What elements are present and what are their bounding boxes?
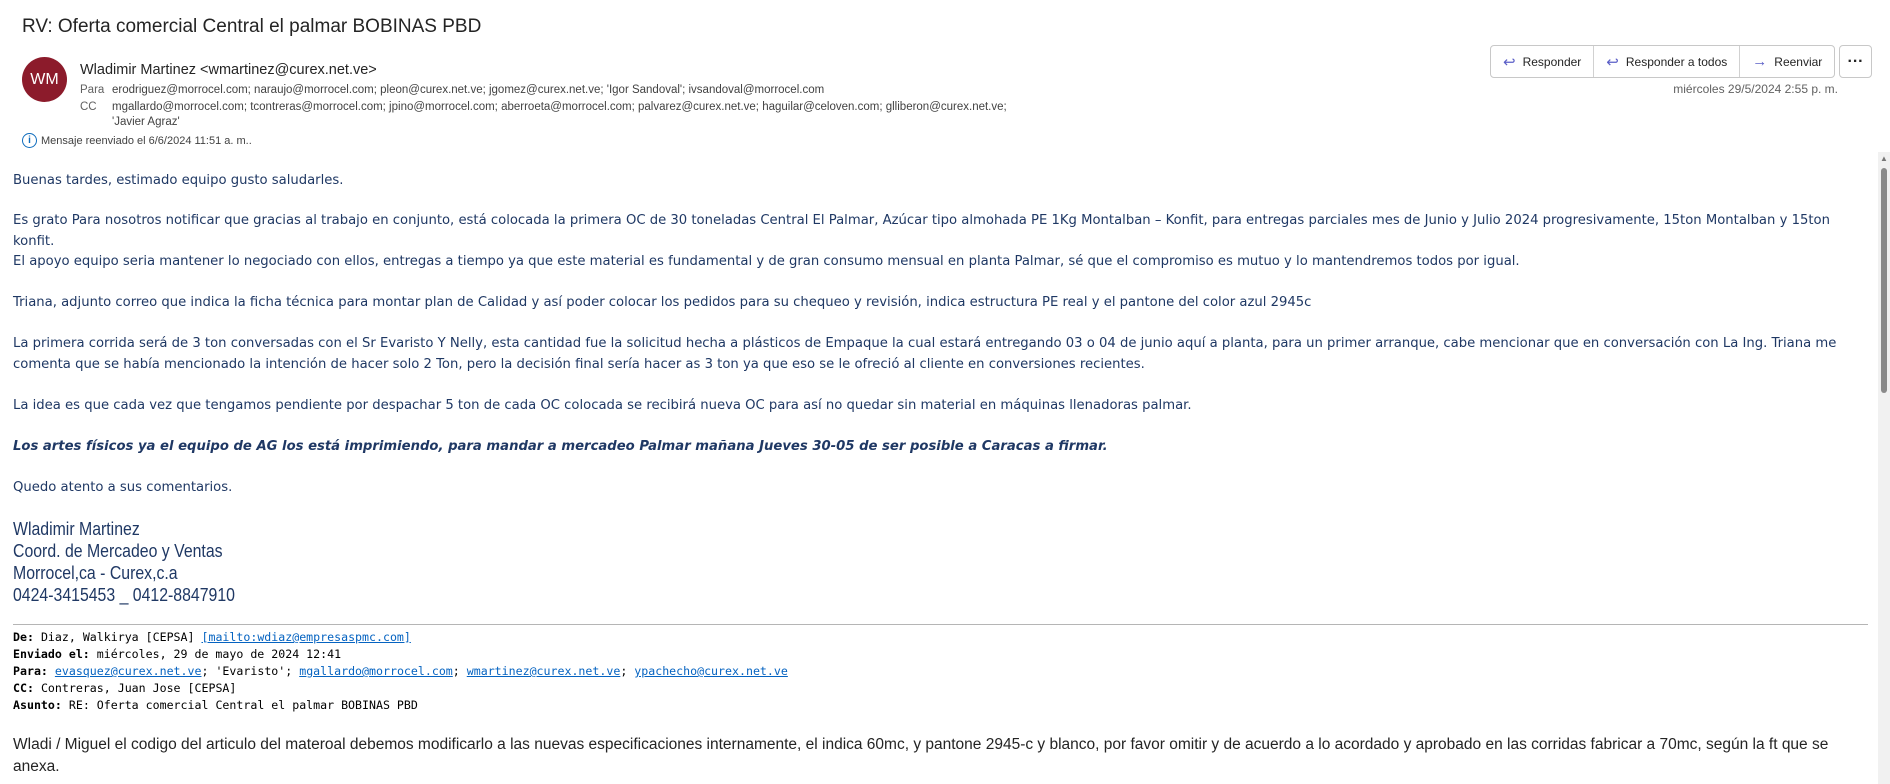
- quoted-cc: CC: Contreras, Juan Jose [CEPSA]: [13, 681, 236, 695]
- quoted-to-label: Para:: [13, 664, 48, 678]
- email-subject: RV: Oferta comercial Central el palmar B…: [22, 16, 482, 37]
- reply-label: Responder: [1522, 54, 1582, 69]
- body-paragraph-6: La idea es que cada vez que tengamos pen…: [13, 398, 1192, 413]
- to-recipients[interactable]: erodriguez@morrocel.com; naraujo@morroce…: [112, 84, 824, 96]
- cc-recipients-row: CC mgallardo@morrocel.com; tcontreras@mor…: [80, 101, 1007, 113]
- cc-recipients[interactable]: mgallardo@morrocel.com; tcontreras@morro…: [112, 101, 1007, 113]
- reply-icon: ↩: [1503, 53, 1516, 71]
- sender-name[interactable]: Wladimir Martinez <wmartinez@curex.net.v…: [80, 62, 377, 78]
- quoted-sent-value: miércoles, 29 de mayo de 2024 12:41: [96, 647, 342, 661]
- quoted-cc-label: CC:: [13, 681, 34, 695]
- body-paragraph-1: Buenas tardes, estimado equipo gusto sal…: [13, 173, 344, 188]
- quoted-from-value: Diaz, Walkirya [CEPSA]: [40, 630, 195, 644]
- body-paragraph-4: Triana, adjunto correo que indica la fic…: [13, 295, 1312, 310]
- vertical-scrollbar[interactable]: ▲: [1878, 152, 1890, 784]
- message-date: miércoles 29/5/2024 2:55 p. m.: [1673, 82, 1838, 96]
- cc-label: CC: [80, 101, 97, 113]
- quoted-to-name-2: 'Evaristo';: [215, 664, 293, 678]
- more-actions-button[interactable]: ···: [1839, 45, 1872, 78]
- quoted-to-link-1[interactable]: evasquez@curex.net.ve: [55, 664, 202, 678]
- quoted-to-link-3[interactable]: mgallardo@morrocel.com: [299, 664, 453, 678]
- quoted-to-link-4[interactable]: wmartinez@curex.net.ve: [467, 664, 621, 678]
- quoted-sent: Enviado el: miércoles, 29 de mayo de 202…: [13, 647, 341, 661]
- forward-label: Reenviar: [1774, 54, 1823, 69]
- quoted-from-mailto-link[interactable]: [mailto:wdiaz@empresaspmc.com]: [201, 630, 410, 644]
- scrollbar-thumb[interactable]: [1881, 168, 1887, 393]
- body-paragraph-2: Es grato Para nosotros notificar que gra…: [13, 213, 1830, 249]
- forward-button[interactable]: → Reenviar: [1740, 46, 1834, 77]
- quoted-message-text: Wladi / Miguel el codigo del articulo de…: [13, 736, 1829, 775]
- quoted-subject-label: Asunto:: [13, 698, 62, 712]
- body-paragraph-3: El apoyo equipo seria mantener lo negoci…: [13, 254, 1520, 269]
- body-paragraph-7: Los artes físicos ya el equipo de AG los…: [13, 439, 1108, 454]
- quoted-from-label: De:: [13, 630, 34, 644]
- cc-recipients-cont[interactable]: 'Javier Agraz': [112, 116, 180, 128]
- quoted-from: De: Diaz, Walkirya [CEPSA] [mailto:wdiaz…: [13, 630, 411, 644]
- forward-icon: →: [1752, 53, 1768, 70]
- quoted-sent-label: Enviado el:: [13, 647, 90, 661]
- reply-all-label: Responder a todos: [1625, 54, 1728, 69]
- quoted-subject-value: RE: Oferta comercial Central el palmar B…: [68, 698, 418, 712]
- forwarded-text: Mensaje reenviado el 6/6/2024 11:51 a. m…: [41, 134, 252, 147]
- scroll-up-icon[interactable]: ▲: [1880, 154, 1888, 163]
- quoted-subject: Asunto: RE: Oferta comercial Central el …: [13, 698, 418, 712]
- info-icon: i: [22, 133, 37, 148]
- signature-name: Wladimir Martinez: [13, 519, 140, 539]
- body-paragraph-5: La primera corrida será de 3 ton convers…: [13, 336, 1837, 372]
- body-paragraph-8: Quedo atento a sus comentarios.: [13, 480, 233, 495]
- more-icon: ···: [1847, 52, 1864, 70]
- quoted-to-link-5[interactable]: ypachecho@curex.net.ve: [634, 664, 788, 678]
- to-label: Para: [80, 84, 105, 96]
- avatar[interactable]: WM: [22, 57, 67, 102]
- message-actions: ↩ Responder ↩ Responder a todos → Reenvi…: [1490, 45, 1836, 78]
- signature-company: Morrocel,ca - Curex,c.a: [13, 563, 178, 583]
- reply-button[interactable]: ↩ Responder: [1491, 46, 1595, 77]
- quoted-cc-value: Contreras, Juan Jose [CEPSA]: [40, 681, 237, 695]
- reply-all-icon: ↩: [1606, 53, 1619, 71]
- reply-all-button[interactable]: ↩ Responder a todos: [1594, 46, 1741, 77]
- to-recipients-row: Para erodriguez@morrocel.com; naraujo@mor…: [80, 84, 824, 96]
- quoted-divider: [13, 624, 1868, 625]
- signature-phones: 0424-3415453 _ 0412-8847910: [13, 585, 235, 605]
- quoted-to: Para: evasquez@curex.net.ve; 'Evaristo';…: [13, 664, 788, 678]
- signature-title: Coord. de Mercadeo y Ventas: [13, 541, 223, 561]
- forwarded-notice: i Mensaje reenviado el 6/6/2024 11:51 a.…: [22, 133, 252, 148]
